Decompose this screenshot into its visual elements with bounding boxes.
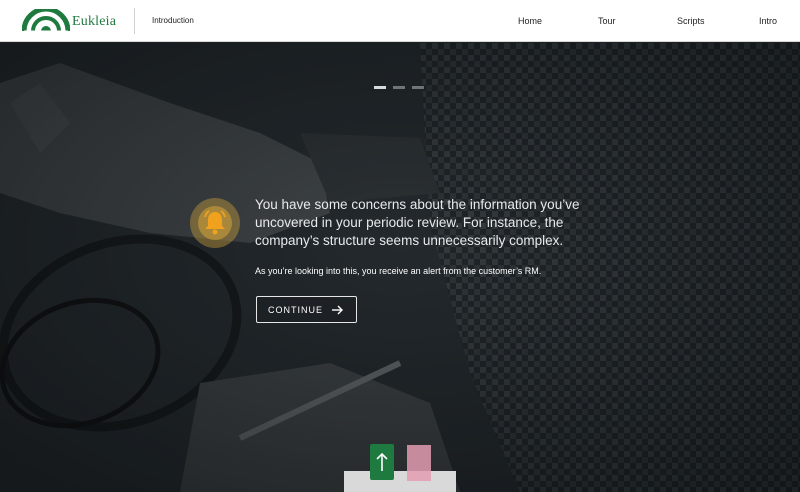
top-header: Eukleia Introduction Home Tour Scripts I… (0, 0, 800, 42)
scroll-up-button[interactable] (370, 444, 394, 480)
hero-section: You have some concerns about the informa… (0, 43, 800, 492)
nav-intro[interactable]: Intro (759, 16, 777, 26)
nav-tour[interactable]: Tour (598, 16, 616, 26)
arrow-right-icon (332, 305, 343, 315)
continue-label: CONTINUE (268, 304, 323, 315)
scenario-sub-message: As you’re looking into this, you receive… (255, 266, 542, 276)
slide-indicators (374, 86, 424, 90)
bell-icon (204, 210, 226, 235)
arrow-up-icon (376, 452, 388, 471)
alert-badge (190, 198, 240, 248)
slide-indicator-3[interactable] (412, 86, 424, 89)
continue-button[interactable]: CONTINUE (256, 296, 357, 323)
slide-indicator-1[interactable] (374, 86, 386, 89)
brand-name: Eukleia (72, 14, 117, 29)
header-divider (134, 8, 135, 34)
bottom-marker-block (407, 445, 431, 481)
section-title: Introduction (152, 16, 194, 25)
nav-scripts[interactable]: Scripts (677, 16, 705, 26)
bottom-panel (344, 471, 456, 492)
nav-home[interactable]: Home (518, 16, 542, 26)
slide-indicator-2[interactable] (393, 86, 405, 89)
eukleia-logo-icon (22, 9, 70, 32)
scenario-message: You have some concerns about the informa… (255, 197, 580, 248)
